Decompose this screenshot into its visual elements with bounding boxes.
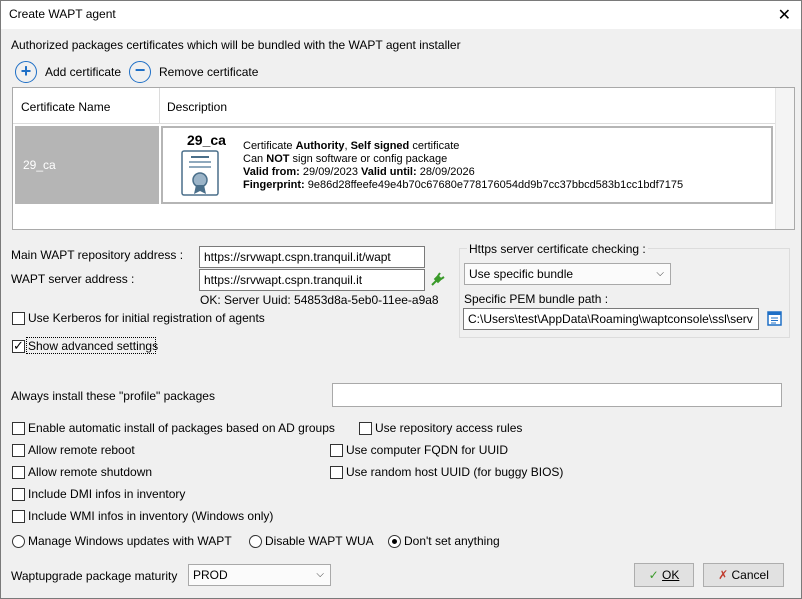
- fqdn-uuid-label: Use computer FQDN for UUID: [346, 443, 509, 457]
- remote-reboot-checkbox[interactable]: [12, 444, 25, 457]
- checkmark-icon: ✓: [648, 568, 659, 582]
- add-certificate-label: Add certificate: [45, 65, 122, 79]
- maturity-label: Waptupgrade package maturity: [11, 569, 178, 583]
- cert-row-name-cell[interactable]: 29_ca: [15, 126, 159, 204]
- maturity-select[interactable]: PROD ⌵: [188, 564, 331, 586]
- repo-address-label: Main WAPT repository address :: [11, 248, 184, 262]
- dmi-inventory-checkbox[interactable]: [12, 488, 25, 501]
- maturity-value: PROD: [193, 568, 228, 582]
- close-icon[interactable]: ✕: [778, 5, 791, 25]
- cert-line-sign: Can NOT sign software or config package: [243, 153, 448, 165]
- cancel-button[interactable]: ✗ Cancel: [703, 563, 784, 587]
- manage-wua-label: Manage Windows updates with WAPT: [28, 534, 232, 548]
- chevron-down-icon: ⌵: [316, 569, 324, 580]
- browse-file-icon[interactable]: [766, 310, 783, 327]
- create-wapt-agent-dialog: Create WAPT agent ✕ Authorized packages …: [0, 0, 802, 599]
- focus-indicator: [26, 337, 156, 354]
- manage-wua-radio[interactable]: [12, 535, 25, 548]
- kerberos-checkbox[interactable]: [12, 312, 25, 325]
- cancel-label: Cancel: [731, 568, 769, 582]
- https-mode-select[interactable]: Use specific bundle ⌵: [464, 263, 671, 285]
- wmi-inventory-label: Include WMI infos in inventory (Windows …: [28, 509, 274, 523]
- grid-header: Certificate Name Description: [13, 88, 775, 124]
- profile-packages-input[interactable]: [332, 383, 782, 407]
- server-address-label: WAPT server address :: [11, 272, 135, 286]
- cert-title: 29_ca: [187, 132, 226, 148]
- https-mode-value: Use specific bundle: [469, 267, 574, 281]
- dont-set-radio[interactable]: [388, 535, 401, 548]
- disable-wua-label: Disable WAPT WUA: [265, 534, 374, 548]
- repo-access-rules-checkbox[interactable]: [359, 422, 372, 435]
- profile-packages-label: Always install these "profile" packages: [11, 389, 215, 403]
- remove-certificate-label: Remove certificate: [159, 65, 259, 79]
- window-title: Create WAPT agent: [9, 7, 116, 21]
- certificates-section-label: Authorized packages certificates which w…: [11, 38, 461, 52]
- minus-circle-icon: −: [129, 61, 151, 83]
- kerberos-label: Use Kerberos for initial registration of…: [28, 311, 265, 325]
- wmi-inventory-checkbox[interactable]: [12, 510, 25, 523]
- column-header-certificate-name[interactable]: Certificate Name: [21, 100, 110, 114]
- dont-set-label: Don't set anything: [404, 534, 500, 548]
- cert-details: Certificate Authority, Self signed certi…: [243, 140, 683, 192]
- repo-access-rules-label: Use repository access rules: [375, 421, 523, 435]
- disable-wua-radio[interactable]: [249, 535, 262, 548]
- dmi-inventory-label: Include DMI infos in inventory: [28, 487, 186, 501]
- random-uuid-checkbox[interactable]: [330, 466, 343, 479]
- certificate-icon: [181, 150, 219, 196]
- repo-address-input[interactable]: https://srvwapt.cspn.tranquil.it/wapt: [199, 246, 425, 268]
- certificates-grid[interactable]: Certificate Name Description 29_ca 29_ca…: [12, 87, 795, 230]
- remove-certificate-button[interactable]: − Remove certificate: [129, 61, 261, 85]
- https-group-label: Https server certificate checking :: [467, 242, 648, 256]
- remote-reboot-label: Allow remote reboot: [28, 443, 135, 457]
- plug-icon[interactable]: [430, 271, 446, 287]
- plus-circle-icon: +: [15, 61, 37, 83]
- chevron-down-icon: ⌵: [656, 268, 664, 279]
- random-uuid-label: Use random host UUID (for buggy BIOS): [346, 465, 564, 479]
- advanced-settings-checkbox[interactable]: [12, 338, 25, 354]
- cert-row-description-cell[interactable]: 29_ca Certificate Authority, Self signed…: [161, 126, 773, 204]
- ok-button[interactable]: ✓ OK: [634, 563, 694, 587]
- column-header-description[interactable]: Description: [167, 100, 227, 114]
- ad-groups-label: Enable automatic install of packages bas…: [28, 421, 335, 435]
- pem-path-input[interactable]: C:\Users\test\AppData\Roaming\waptconsol…: [463, 308, 759, 330]
- cert-line-fingerprint: Fingerprint: 9e86d28ffeefe49e4b70c67680e…: [243, 179, 684, 191]
- remote-shutdown-checkbox[interactable]: [12, 466, 25, 479]
- fqdn-uuid-checkbox[interactable]: [330, 444, 343, 457]
- server-status-text: OK: Server Uuid: 54853d8a-5eb0-11ee-a9a8: [200, 293, 439, 307]
- cert-line-validity: Valid from: 29/09/2023 Valid until: 28/0…: [243, 166, 475, 178]
- ad-groups-checkbox[interactable]: [12, 422, 25, 435]
- grid-scrollbar[interactable]: [775, 88, 794, 229]
- pem-path-label: Specific PEM bundle path :: [464, 292, 609, 306]
- ok-label: OK: [662, 568, 680, 582]
- cross-icon: ✗: [718, 568, 729, 582]
- server-address-input[interactable]: https://srvwapt.cspn.tranquil.it: [199, 269, 425, 291]
- remote-shutdown-label: Allow remote shutdown: [28, 465, 153, 479]
- add-certificate-button[interactable]: + Add certificate: [15, 61, 127, 85]
- cert-line-authority: Certificate Authority, Self signed certi…: [243, 140, 460, 152]
- title-bar: Create WAPT agent ✕: [1, 1, 801, 29]
